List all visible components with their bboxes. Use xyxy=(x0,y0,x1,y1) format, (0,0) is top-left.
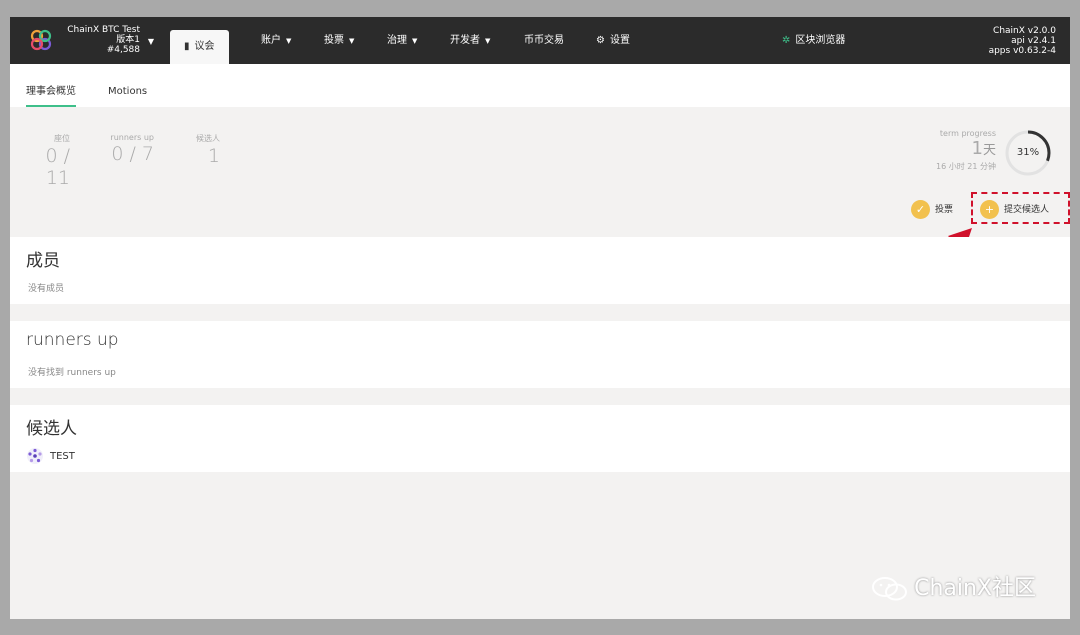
seats-value: 0 / 11 xyxy=(45,145,70,189)
chain-block: #4,588 xyxy=(106,45,140,55)
nav-developer[interactable]: 开发者 ▼ xyxy=(450,17,490,64)
seats-stat: 座位 0 / 11 xyxy=(28,133,70,189)
nav-label: 设置 xyxy=(609,35,630,46)
seats-label: 座位 xyxy=(54,134,70,143)
nav-label: 治理 xyxy=(387,35,407,46)
nav-council[interactable]: ▮ 议会 xyxy=(170,30,229,64)
watermark: ChainX社区 xyxy=(870,570,1036,602)
term-progress-ring: 31% xyxy=(1004,129,1052,177)
members-empty: 没有成员 xyxy=(28,284,65,294)
nav-label: 开发者 xyxy=(450,35,480,46)
chainx-logo-icon[interactable] xyxy=(30,29,52,51)
top-navbar: ChainX BTC Test 版本1 #4,588 ▼ ▮ 议会 账户 ▼ 投票 ▼… xyxy=(10,17,1070,64)
chevron-down-icon: ▼ xyxy=(286,37,292,45)
vote-label: 投票 xyxy=(935,205,954,215)
runners-up-title: runners up xyxy=(26,330,119,350)
candidates-stat: 候选人 1 xyxy=(180,133,220,167)
runners-up-empty: 没有找到 runners up xyxy=(28,368,116,378)
runners-up-stat: runners up 0 / 7 xyxy=(102,133,154,165)
nav-exchange[interactable]: 币币交易 xyxy=(524,17,564,64)
nav-label: 投票 xyxy=(324,35,344,46)
candidates-value: 1 xyxy=(207,145,220,167)
nav-label: 账户 xyxy=(261,35,281,46)
sub-tabs: 理事会概览 Motions xyxy=(10,64,1070,107)
nav-accounts[interactable]: 账户 ▼ xyxy=(261,17,291,64)
apps-version: apps v0.63.2-4 xyxy=(988,46,1056,56)
nav-label: 议会 xyxy=(194,41,215,52)
term-days-unit: 天 xyxy=(982,143,996,158)
term-progress-label: term progress xyxy=(939,129,996,138)
avatar xyxy=(27,448,43,464)
chainx-small-icon: ✲ xyxy=(782,35,791,46)
term-days: 1 xyxy=(971,138,983,159)
check-icon: ✓ xyxy=(911,200,930,219)
watermark-text: ChainX社区 xyxy=(914,576,1036,601)
candidate-name: TEST xyxy=(50,451,75,462)
nav-settings[interactable]: ⚙ 设置 xyxy=(596,17,630,64)
term-progress: term progress 1天 16 小时 21 分钟 xyxy=(936,129,996,172)
members-section: 成员 没有成员 xyxy=(10,237,1070,304)
runners-up-value: 0 / 7 xyxy=(111,143,154,165)
building-icon: ▮ xyxy=(184,41,190,52)
term-remaining: 16 小时 21 分钟 xyxy=(936,162,996,171)
runners-up-label: runners up xyxy=(110,133,154,142)
nav-governance[interactable]: 治理 ▼ xyxy=(387,17,417,64)
chevron-down-icon: ▼ xyxy=(412,37,418,45)
tab-council-overview[interactable]: 理事会概览 xyxy=(26,64,76,107)
vote-button[interactable]: ✓ 投票 xyxy=(911,200,953,220)
chevron-down-icon: ▼ xyxy=(349,37,355,45)
term-percent: 31% xyxy=(1016,147,1040,158)
members-title: 成员 xyxy=(26,251,60,271)
nav-label: 区块浏览器 xyxy=(795,35,846,46)
chevron-down-icon: ▼ xyxy=(485,37,491,45)
nav-explorer[interactable]: ✲ 区块浏览器 xyxy=(782,17,845,64)
app-window: ChainX BTC Test 版本1 #4,588 ▼ ▮ 议会 账户 ▼ 投票 ▼… xyxy=(10,17,1070,619)
tab-label: Motions xyxy=(108,86,148,97)
chain-name: ChainX BTC Test xyxy=(67,25,140,35)
chevron-down-icon: ▼ xyxy=(147,37,154,46)
chain-selector[interactable]: ChainX BTC Test 版本1 #4,588 ▼ xyxy=(60,25,154,55)
list-item[interactable]: TEST xyxy=(26,447,75,465)
candidates-title: 候选人 xyxy=(26,419,77,439)
nav-voting[interactable]: 投票 ▼ xyxy=(324,17,354,64)
version-info: ChainX v2.0.0 api v2.4.1 apps v0.63.2-4 xyxy=(989,26,1056,56)
tab-label: 理事会概览 xyxy=(26,86,76,97)
candidates-section: 候选人 TEST xyxy=(10,405,1070,472)
council-summary: 座位 0 / 11 runners up 0 / 7 候选人 1 term pr… xyxy=(10,107,1070,236)
api-version: api v2.4.1 xyxy=(1011,36,1056,46)
candidates-label: 候选人 xyxy=(196,134,220,143)
nav-label: 币币交易 xyxy=(524,35,564,46)
chain-version: 版本1 xyxy=(116,35,140,45)
gear-icon: ⚙ xyxy=(596,35,605,46)
wechat-icon xyxy=(872,577,908,601)
tab-motions[interactable]: Motions xyxy=(108,64,147,107)
node-version: ChainX v2.0.0 xyxy=(993,26,1056,36)
runners-up-section: runners up 没有找到 runners up xyxy=(10,321,1070,388)
highlight-box xyxy=(971,192,1070,224)
